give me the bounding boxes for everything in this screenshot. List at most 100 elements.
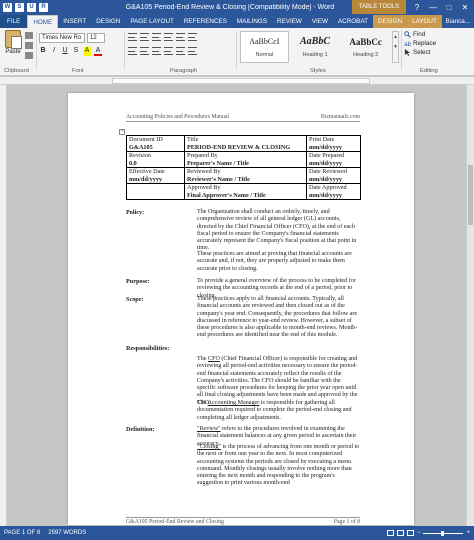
clipboard-icon: [5, 30, 22, 49]
font-size-dropdown[interactable]: 12: [87, 33, 105, 43]
zoom-slider[interactable]: [423, 530, 464, 536]
strikethrough-button[interactable]: S: [72, 47, 80, 56]
window-controls: ? — □ ✕: [412, 3, 474, 12]
cell-text: Final Approver's Name / Title: [187, 191, 266, 199]
sort-icon[interactable]: [188, 33, 197, 41]
zoom-slider-knob[interactable]: [441, 530, 445, 536]
paragraph-group-label: Paragraph: [170, 68, 198, 74]
align-left-icon[interactable]: [128, 47, 137, 55]
font-color-button[interactable]: A: [94, 47, 102, 56]
tab-insert[interactable]: INSERT: [58, 15, 91, 28]
copy-icon[interactable]: [25, 42, 33, 49]
responsibility-accounting-manager: The Accounting Manager is responsible fo…: [197, 400, 361, 422]
vertical-scrollbar[interactable]: [466, 85, 474, 526]
scrollbar-thumb[interactable]: [468, 165, 473, 225]
table-cell[interactable]: [126, 183, 185, 200]
divider: [124, 31, 125, 69]
print-layout-icon[interactable]: [396, 530, 404, 536]
minimize-icon[interactable]: —: [428, 3, 438, 12]
style-name: Normal: [255, 52, 274, 58]
cell-text: Prepared By: [187, 152, 218, 159]
increase-indent-icon[interactable]: [176, 33, 185, 41]
multilevel-list-icon[interactable]: [152, 33, 161, 41]
word-app-icon[interactable]: W: [3, 2, 12, 12]
page-count-status[interactable]: PAGE 1 OF 8: [4, 530, 40, 536]
read-mode-icon[interactable]: [386, 530, 394, 536]
user-account[interactable]: Bianca...: [445, 15, 474, 28]
save-icon[interactable]: S: [15, 2, 24, 12]
style-heading-2[interactable]: AaBbCc Heading 2: [341, 31, 390, 63]
table-cell[interactable]: Reviewed By Reviewer's Name / Title: [184, 167, 307, 184]
table-cell[interactable]: Print Date mm/dd/yyyy: [306, 135, 361, 152]
cell-text: Date Approved: [309, 184, 347, 191]
vertical-ruler[interactable]: [0, 85, 7, 526]
tab-file[interactable]: FILE: [0, 15, 28, 28]
tab-page-layout[interactable]: PAGE LAYOUT: [125, 15, 179, 28]
tab-view[interactable]: VIEW: [307, 15, 333, 28]
numbering-icon[interactable]: [140, 33, 149, 41]
tab-table-design[interactable]: DESIGN: [372, 15, 408, 28]
cell-text: Reviewed By: [187, 168, 221, 175]
style-heading-1[interactable]: AaBbC Heading 1: [291, 31, 340, 63]
styles-more-button[interactable]: ▲ ▼: [392, 31, 399, 63]
table-cell[interactable]: Effective Date mm/dd/yyyy: [126, 167, 185, 184]
table-cell[interactable]: Title PERIOD-END REVIEW & CLOSING: [184, 135, 307, 152]
table-cell[interactable]: Date Approved mm/dd/yyyy: [306, 183, 361, 200]
horizontal-ruler[interactable]: [0, 77, 474, 85]
tab-mailings[interactable]: MAILINGS: [232, 15, 272, 28]
underline-button[interactable]: U: [61, 47, 69, 56]
cell-text: Preparer's Name / Title: [187, 159, 249, 167]
style-normal[interactable]: AaBbCcI Normal: [240, 31, 289, 63]
close-icon[interactable]: ✕: [460, 3, 470, 12]
policy-label: Policy:: [126, 209, 145, 216]
find-button[interactable]: Find: [404, 31, 436, 38]
format-painter-icon[interactable]: [25, 52, 33, 59]
font-name-dropdown[interactable]: Times New Ro: [39, 33, 85, 43]
tab-table-layout[interactable]: LAYOUT: [407, 15, 442, 28]
help-icon[interactable]: ?: [412, 3, 422, 12]
cell-text: Title: [187, 136, 199, 143]
shading-icon[interactable]: [188, 47, 197, 55]
cell-text: Print Date: [309, 136, 335, 143]
tab-home[interactable]: HOME: [27, 15, 59, 28]
paste-button[interactable]: Paste: [3, 30, 23, 64]
bold-button[interactable]: B: [39, 47, 47, 56]
select-button[interactable]: Select: [404, 49, 436, 56]
policy-paragraph-1: The Organization shall conduct an orderl…: [197, 209, 357, 252]
redo-icon[interactable]: R: [39, 2, 48, 12]
paste-label: Paste: [5, 49, 21, 55]
tab-review[interactable]: REVIEW: [272, 15, 307, 28]
zoom-out-button[interactable]: −: [417, 530, 421, 536]
undo-icon[interactable]: U: [27, 2, 36, 12]
line-spacing-icon[interactable]: [176, 47, 185, 55]
table-row: Revision 0.0 Prepared By Preparer's Name /…: [126, 151, 361, 168]
decrease-indent-icon[interactable]: [164, 33, 173, 41]
purpose-label: Purpose:: [126, 278, 150, 285]
table-move-handle[interactable]: +: [119, 129, 125, 135]
justify-icon[interactable]: [164, 47, 173, 55]
maximize-icon[interactable]: □: [444, 3, 454, 12]
tab-acrobat[interactable]: ACROBAT: [333, 15, 373, 28]
align-center-icon[interactable]: [140, 47, 149, 55]
table-cell[interactable]: Approved By Final Approver's Name / Title: [184, 183, 307, 200]
divider: [236, 31, 237, 69]
align-right-icon[interactable]: [152, 47, 161, 55]
table-cell[interactable]: Document ID G&A105: [126, 135, 185, 152]
zoom-in-button[interactable]: +: [466, 530, 470, 536]
table-cell[interactable]: Date Reviewed mm/dd/yyyy: [306, 167, 361, 184]
replace-button[interactable]: ab Replace: [404, 40, 436, 47]
word-count-status[interactable]: 2597 WORDS: [48, 530, 86, 536]
bullets-icon[interactable]: [128, 33, 137, 41]
tab-design[interactable]: DESIGN: [91, 15, 125, 28]
tab-references[interactable]: REFERENCES: [179, 15, 232, 28]
web-layout-icon[interactable]: [406, 530, 414, 536]
cut-icon[interactable]: [25, 32, 33, 39]
document-control-table[interactable]: Document ID G&A105 Title PERIOD-END REVIEW…: [126, 135, 361, 200]
table-cell[interactable]: Revision 0.0: [126, 151, 185, 168]
table-cell[interactable]: Prepared By Preparer's Name / Title: [184, 151, 307, 168]
document-page[interactable]: Accounting Policies and Procedures Manua…: [68, 93, 414, 525]
table-cell[interactable]: Date Prepared mm/dd/yyyy: [306, 151, 361, 168]
italic-button[interactable]: I: [50, 47, 58, 56]
scope-label: Scope:: [126, 296, 144, 303]
highlight-button[interactable]: A: [83, 47, 91, 56]
